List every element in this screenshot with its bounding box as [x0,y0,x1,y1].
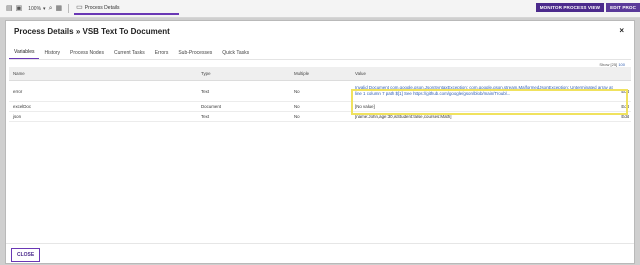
column-header-multiple[interactable]: Multiple [290,67,351,81]
edit-link[interactable]: Edit [617,80,631,102]
tab-process-details[interactable]: ▭ Process Details [74,2,180,15]
image-icon[interactable]: ▣ [16,5,23,12]
chevron-down-icon: ▾ [43,5,46,12]
document-icon[interactable]: ▤ [6,5,13,12]
zoom-select[interactable]: 100% ▾ [28,6,45,12]
cell-multiple: No [290,101,351,112]
close-icon[interactable]: × [619,26,624,35]
tab-current-tasks[interactable]: Current Tasks [109,50,150,59]
cell-name: json [9,111,197,122]
cell-name: excelDoc [9,101,197,112]
table-row: excelDoc Document No [No value] Edit [9,101,631,112]
cell-type: Document [197,101,290,112]
edit-link[interactable]: Edit [617,111,631,122]
footer-divider [6,243,634,244]
cell-multiple: No [290,111,351,122]
cell-value: Invalid Document com.google.gson.JsonSyn… [351,80,617,102]
table-header-row: Name Type Multiple Value [9,67,631,81]
process-details-dialog: Process Details » VSB Text To Document ×… [5,20,635,264]
variables-table: Name Type Multiple Value error Text No I… [9,67,631,122]
tab-process-nodes[interactable]: Process Nodes [65,50,109,59]
cell-type: Text [197,80,290,102]
tab-sub-processes[interactable]: Sub-Processes [173,50,217,59]
cell-name: error [9,80,197,102]
zoom-value: 100% [28,5,42,12]
grid-icon[interactable]: ▦ [55,5,62,12]
tab-variables[interactable]: Variables [9,49,40,59]
monitor-process-view-button[interactable]: MONITOR PROCESS VIEW [535,3,605,12]
column-header-actions [617,67,631,81]
column-header-value[interactable]: Value [351,67,617,81]
top-toolbar: ▤ ▣ 100% ▾ ⌕ ▦ ▭ Process Details MONITOR… [0,0,640,18]
search-icon[interactable]: ⌕ [49,5,53,12]
cell-value: [name:John,age:30,isStudent:false,course… [351,111,617,122]
dialog-title: Process Details » VSB Text To Document [14,27,170,36]
dialog-tabs: Variables History Process Nodes Current … [9,47,631,60]
cell-value: [No value] [351,101,617,112]
edit-process-button[interactable]: EDIT PROC [606,3,640,12]
tab-label: Process Details [84,4,120,11]
tab-errors[interactable]: Errors [150,50,174,59]
cell-multiple: No [290,80,351,102]
column-header-type[interactable]: Type [197,67,290,81]
table-row: json Text No [name:John,age:30,isStudent… [9,111,631,122]
edit-link[interactable]: Edit [617,101,631,112]
tab-history[interactable]: History [39,50,65,59]
table-row: error Text No Invalid Document com.googl… [9,80,631,102]
toolbar-icons: ▤ ▣ 100% ▾ ⌕ ▦ [6,4,72,13]
error-value-link[interactable]: Invalid Document com.google.gson.JsonSyn… [355,85,617,98]
column-header-name[interactable]: Name [9,67,197,81]
toolbar-divider [68,4,70,13]
process-icon: ▭ [76,4,83,11]
cell-type: Text [197,111,290,122]
tab-quick-tasks[interactable]: Quick Tasks [217,50,254,59]
close-button[interactable]: CLOSE [11,248,41,262]
